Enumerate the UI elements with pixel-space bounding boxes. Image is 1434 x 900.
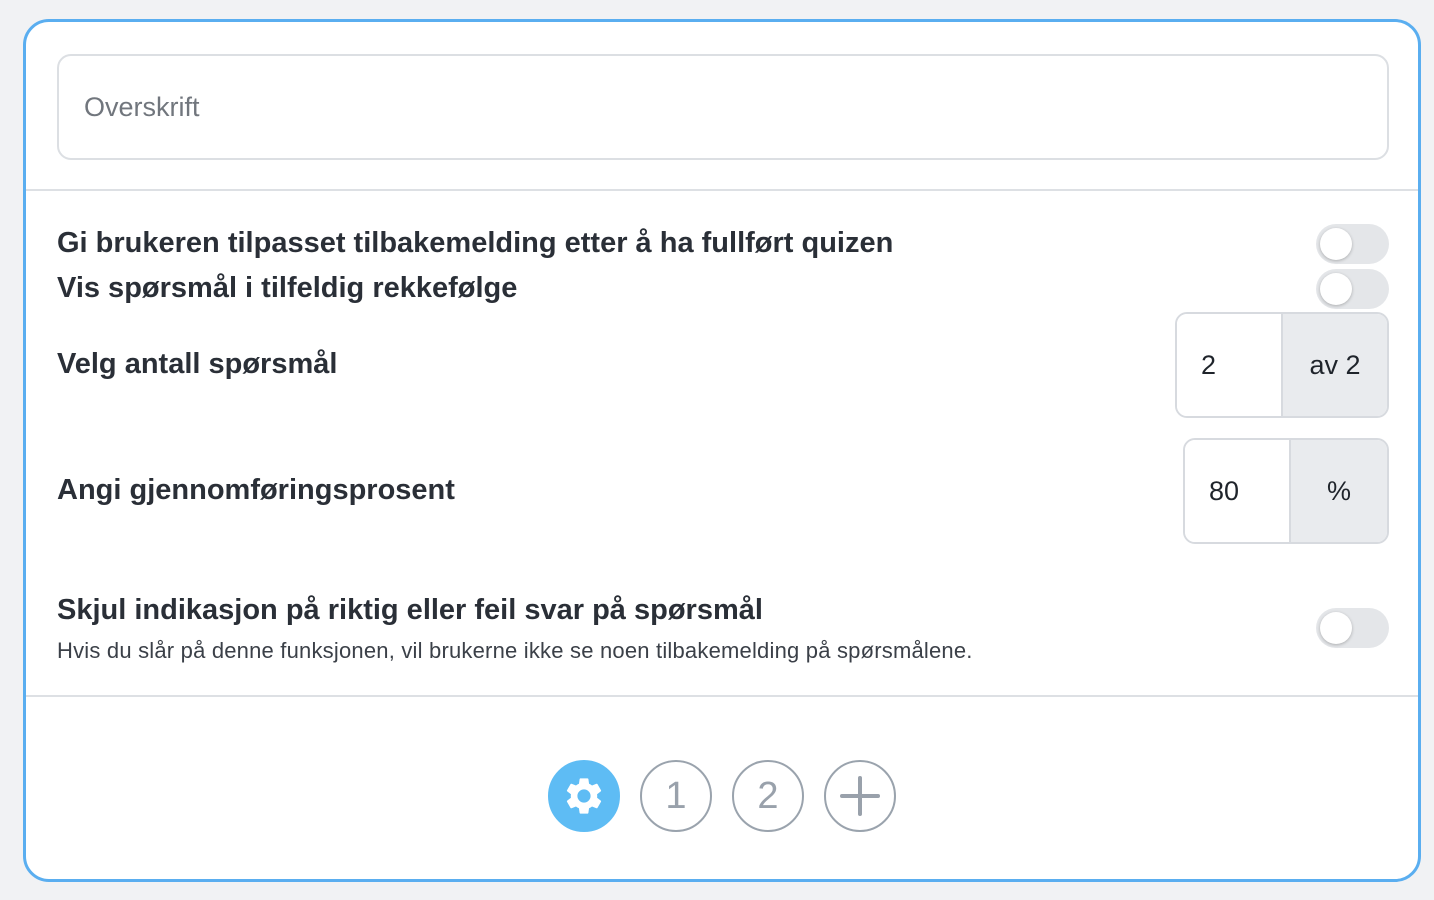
- divider: [26, 695, 1418, 697]
- feedback-toggle-label: Gi brukeren tilpasset tilbakemelding ett…: [57, 227, 894, 259]
- hide-indication-toggle[interactable]: [1316, 608, 1389, 648]
- toggle-knob: [1320, 228, 1352, 260]
- settings-step-button[interactable]: [548, 760, 620, 832]
- quiz-settings-card: Gi brukeren tilpasset tilbakemelding ett…: [23, 19, 1421, 882]
- divider: [26, 189, 1418, 191]
- question-count-suffix: av 2: [1281, 314, 1387, 416]
- pass-percentage-input[interactable]: [1185, 440, 1289, 542]
- gear-icon: [566, 778, 602, 814]
- question-count-group: av 2: [1175, 312, 1389, 418]
- feedback-toggle[interactable]: [1316, 224, 1389, 264]
- hide-indication-toggle-label: Skjul indikasjon på riktig eller feil sv…: [57, 594, 763, 626]
- random-order-toggle-label: Vis spørsmål i tilfeldig rekkefølge: [57, 272, 518, 304]
- hide-indication-description: Hvis du slår på denne funksjonen, vil br…: [57, 638, 973, 663]
- title-input[interactable]: [57, 54, 1389, 160]
- random-order-toggle[interactable]: [1316, 269, 1389, 309]
- plus-icon: [840, 776, 880, 816]
- pass-percentage-group: %: [1183, 438, 1389, 544]
- question-stepper: 1 2: [26, 760, 1418, 832]
- question-count-input[interactable]: [1177, 314, 1281, 416]
- toggle-knob: [1320, 612, 1352, 644]
- step-number: 1: [665, 774, 687, 817]
- question-step-2-button[interactable]: 2: [732, 760, 804, 832]
- pass-percentage-label: Angi gjennomføringsprosent: [57, 474, 455, 506]
- percent-suffix: %: [1289, 440, 1387, 542]
- question-count-label: Velg antall spørsmål: [57, 348, 338, 380]
- toggle-knob: [1320, 273, 1352, 305]
- step-number: 2: [757, 774, 779, 817]
- add-question-button[interactable]: [824, 760, 896, 832]
- question-step-1-button[interactable]: 1: [640, 760, 712, 832]
